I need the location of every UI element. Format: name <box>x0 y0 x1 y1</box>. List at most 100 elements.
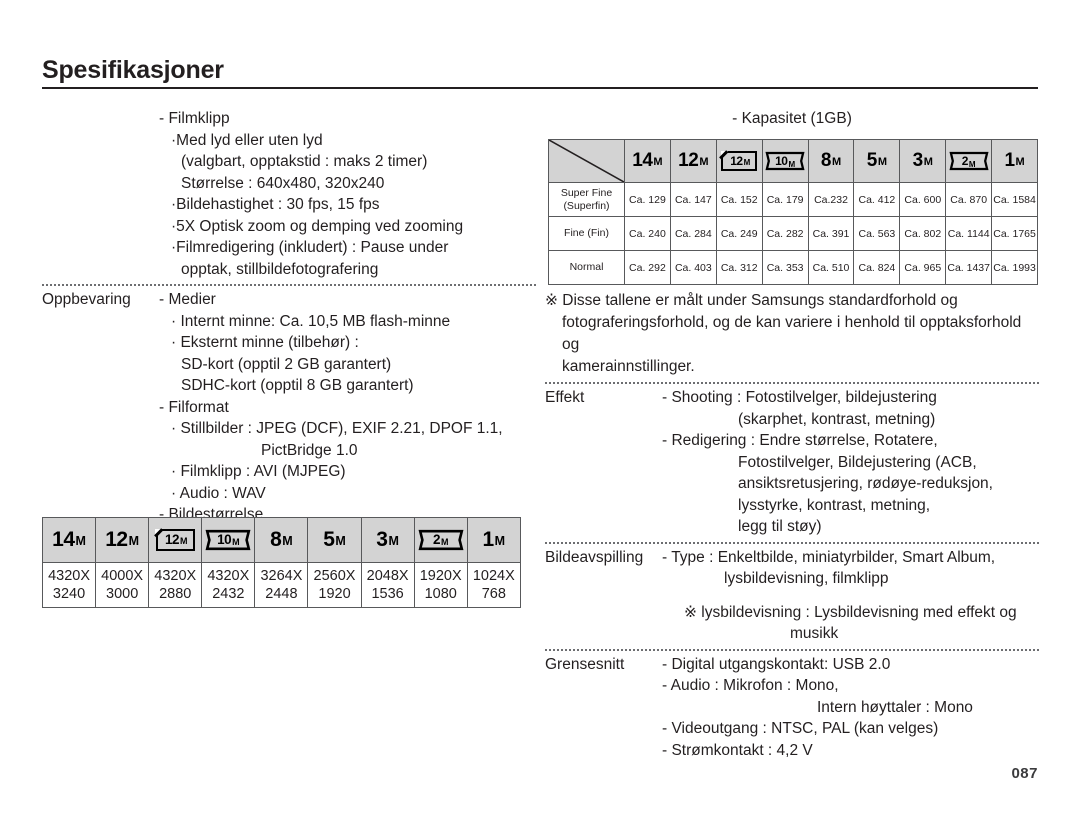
capacity-header-cell: 12 M <box>715 139 763 183</box>
icon-unit: M <box>923 156 933 168</box>
resolution-height: 3240 <box>52 586 86 602</box>
icon-unit: M <box>1015 156 1025 168</box>
spec-line: - Medier <box>159 291 216 308</box>
icon-unit: M <box>743 158 751 167</box>
image-size-header-cell: 1M <box>466 517 521 563</box>
resolution-width: 3264X <box>260 568 303 584</box>
icon-unit: M <box>968 160 976 169</box>
capacity-table-title: - Kapasitet (1GB) <box>732 110 852 127</box>
icon-label: 10M <box>775 153 795 169</box>
icon-number: 2 <box>432 532 441 547</box>
icon-unit: M <box>75 534 86 549</box>
resolution-height: 1080 <box>424 586 457 602</box>
resolution-icon-12m: 12 M <box>678 151 708 170</box>
resolution-icon-5m: 5M <box>867 151 887 170</box>
spec-line: - Filmklipp <box>159 110 230 127</box>
resolution-icon-12m: 12 M <box>105 529 139 550</box>
capacity-table-header-row: 14 M 12 M 12 M 10M 8 M 5 M 3 M 2M 1 M <box>548 139 1039 183</box>
spec-line: - Redigering : Endre størrelse, Rotatere… <box>662 432 938 449</box>
capacity-value-cell: Ca. 965 <box>899 250 947 285</box>
resolution-icon-12m: 12 M <box>155 528 195 551</box>
spec-label-playback: Bildeavspilling <box>545 548 644 566</box>
icon-number: 10 <box>217 532 232 547</box>
spec-line: · Filmklipp : AVI (MJPEG) <box>171 463 346 480</box>
spec-label-interface: Grensesnitt <box>545 655 625 673</box>
note-line: ※ Disse tallene er målt under Samsungs s… <box>545 292 958 309</box>
capacity-value-cell: Ca. 510 <box>807 250 855 285</box>
image-size-value-cell: 4000X 3000 <box>95 562 150 608</box>
image-size-header-cell: 10M <box>201 517 256 563</box>
resolution-icon-12m: 12 M <box>720 150 758 171</box>
capacity-value-cell: Ca. 870 <box>945 182 993 217</box>
image-size-value-cell: 2560X 1920 <box>307 562 362 608</box>
spec-row-playback: Bildeavspilling - Type : Enkeltbilde, mi… <box>545 547 1039 645</box>
spec-body-interface: - Digital utgangskontakt: USB 2.0 - Audi… <box>662 654 1039 762</box>
resolution-icon-8m: 8M <box>821 151 841 170</box>
capacity-value-cell: Ca. 312 <box>715 250 763 285</box>
resolution-width: 4000X <box>101 568 144 584</box>
resolution-icon-8m: 8M <box>270 529 293 550</box>
image-size-header-cell: 3M <box>360 517 415 563</box>
image-size-header-cell: 12 M <box>95 517 150 563</box>
section-divider <box>545 541 1039 544</box>
capacity-value-cell: Ca. 147 <box>669 182 717 217</box>
resolution-height: 1536 <box>371 586 404 602</box>
image-size-value-cell: 4320X 2880 <box>148 562 203 608</box>
resolution-width: 4320X <box>207 568 250 584</box>
spec-line: · Stillbilder : JPEG (DCF), EXIF 2.21, D… <box>171 420 503 437</box>
image-size-header-cell: 2M <box>413 517 468 563</box>
icon-number: 12 <box>164 532 180 548</box>
image-size-value-cell: 1024X 768 <box>466 562 521 608</box>
spec-line: (skarphet, kontrast, metning) <box>738 410 936 428</box>
icon-number: 8 <box>820 150 832 171</box>
capacity-value-cell: Ca. 403 <box>669 250 717 285</box>
image-size-value-cell: 2048X 1536 <box>360 562 415 608</box>
capacity-header-cell: 12 M <box>669 139 717 183</box>
icon-unit: M <box>699 156 709 168</box>
spec-body-movie-clip: - Filmklipp ·Med lyd eller uten lyd (val… <box>159 108 536 280</box>
image-size-header-cell: 12 M <box>148 517 203 563</box>
icon-number: 14 <box>632 150 653 171</box>
note-line: fotograferingsforhold, og de kan variere… <box>562 314 1022 353</box>
icon-unit: M <box>494 534 506 549</box>
spec-line: Intern høyttaler : Mono <box>817 698 973 716</box>
capacity-value-cell: Ca. 1144 <box>945 216 993 251</box>
spec-line: ·Med lyd eller uten lyd <box>171 131 323 149</box>
resolution-icon-2m: 2M <box>949 151 989 171</box>
image-size-value-cell: 3264X 2448 <box>254 562 309 608</box>
capacity-value-cell: Ca. 284 <box>669 216 717 251</box>
capacity-header-cell: 1M <box>991 139 1039 183</box>
icon-unit: M <box>388 534 399 549</box>
spec-label-effect: Effekt <box>545 389 585 406</box>
capacity-value-cell: Ca. 249 <box>715 216 763 251</box>
capacity-value-cell: Ca. 412 <box>853 182 901 217</box>
page-header: Spesifikasjoner <box>42 55 1038 89</box>
icon-number: 1 <box>1004 150 1015 171</box>
capacity-header-cell: 14 M <box>624 139 671 183</box>
icon-label: 2M <box>433 532 449 548</box>
spec-line: opptak, stillbildefotografering <box>181 260 379 278</box>
image-size-header-cell: 8M <box>254 517 309 563</box>
icon-unit: M <box>788 160 796 169</box>
spec-line: lysbildevisning, filmklipp <box>724 570 889 587</box>
resolution-width: 4320X <box>154 568 197 584</box>
icon-number: 3 <box>376 528 388 551</box>
resolution-icon-1m: 1M <box>1004 151 1024 170</box>
spec-line: - Strømkontakt : 4,2 V <box>662 741 813 759</box>
resolution-width: 1920X <box>419 568 462 584</box>
resolution-icon-5m: 5M <box>323 529 346 550</box>
capacity-row-label: Super Fine (Superfin) <box>548 182 625 217</box>
icon-unit: M <box>877 156 888 168</box>
spec-line: ·5X Optisk zoom og demping ved zooming <box>171 217 464 235</box>
quality-label-alt: (Superfin) <box>563 199 610 212</box>
diagonal-line-icon <box>549 140 624 182</box>
image-size-table-header-row: 14 M 12 M 12 M 10M 8 M 5 M 3 M 2M 1 M <box>41 517 521 563</box>
icon-unit: M <box>282 534 293 549</box>
capacity-value-cell: Ca. 282 <box>761 216 809 251</box>
resolution-height: 2880 <box>159 586 192 602</box>
spec-line: - Filformat <box>159 398 229 416</box>
capacity-row-label: Normal <box>548 250 625 285</box>
capacity-table-row: Normal Ca. 292 Ca. 403 Ca. 312 Ca. 353 Ca. 51… <box>548 250 1039 285</box>
capacity-value-cell: Ca. 563 <box>853 216 901 251</box>
spec-line: ·Filmredigering (inkludert) : Pause unde… <box>171 239 449 256</box>
